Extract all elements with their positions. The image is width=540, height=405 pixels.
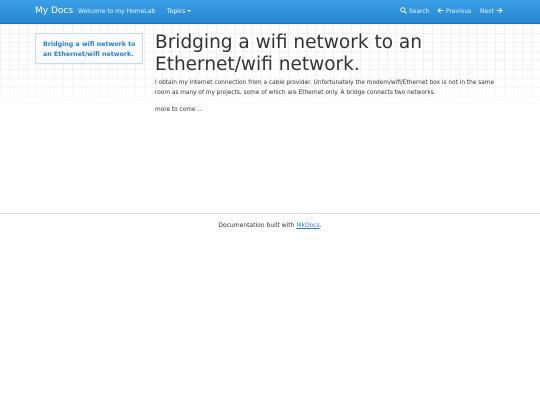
nav-search-button[interactable]: Search [400, 7, 430, 16]
nav-home-link[interactable]: Welcome to my HomeLab [78, 7, 155, 16]
intro-paragraph: I obtain my internet connection from a c… [155, 80, 495, 96]
table-of-contents: Bridging a wifi network to an Ethernet/w… [35, 33, 143, 64]
nav-previous-button[interactable]: Previous [437, 7, 471, 16]
nav-previous-label: Previous [446, 8, 472, 15]
more-paragraph: more to come ... [155, 107, 203, 113]
nav-next-label: Next [480, 8, 494, 15]
footer: Documentation built with MkDocs. [0, 221, 540, 230]
footer-period: . [319, 222, 322, 229]
site-brand[interactable]: My Docs [35, 5, 73, 17]
caret-down-icon [187, 10, 192, 12]
search-icon [400, 7, 407, 14]
arrow-left-icon [437, 7, 444, 14]
top-navbar: My Docs Welcome to my HomeLab Topics Sea… [0, 0, 540, 24]
mkdocs-link[interactable]: MkDocs [296, 222, 319, 229]
footer-text: Documentation built with [218, 222, 297, 229]
nav-topics-label: Topics [167, 8, 186, 15]
nav-topics-dropdown[interactable]: Topics [167, 7, 192, 16]
nav-next-button[interactable]: Next [480, 7, 503, 16]
page-title: Bridging a wifi network to an Ethernet/w… [155, 32, 422, 75]
arrow-right-icon [496, 7, 503, 14]
footer-divider [0, 213, 540, 214]
toc-link-bridging[interactable]: Bridging a wifi network to an Ethernet/w… [43, 40, 143, 60]
nav-search-label: Search [409, 8, 430, 15]
